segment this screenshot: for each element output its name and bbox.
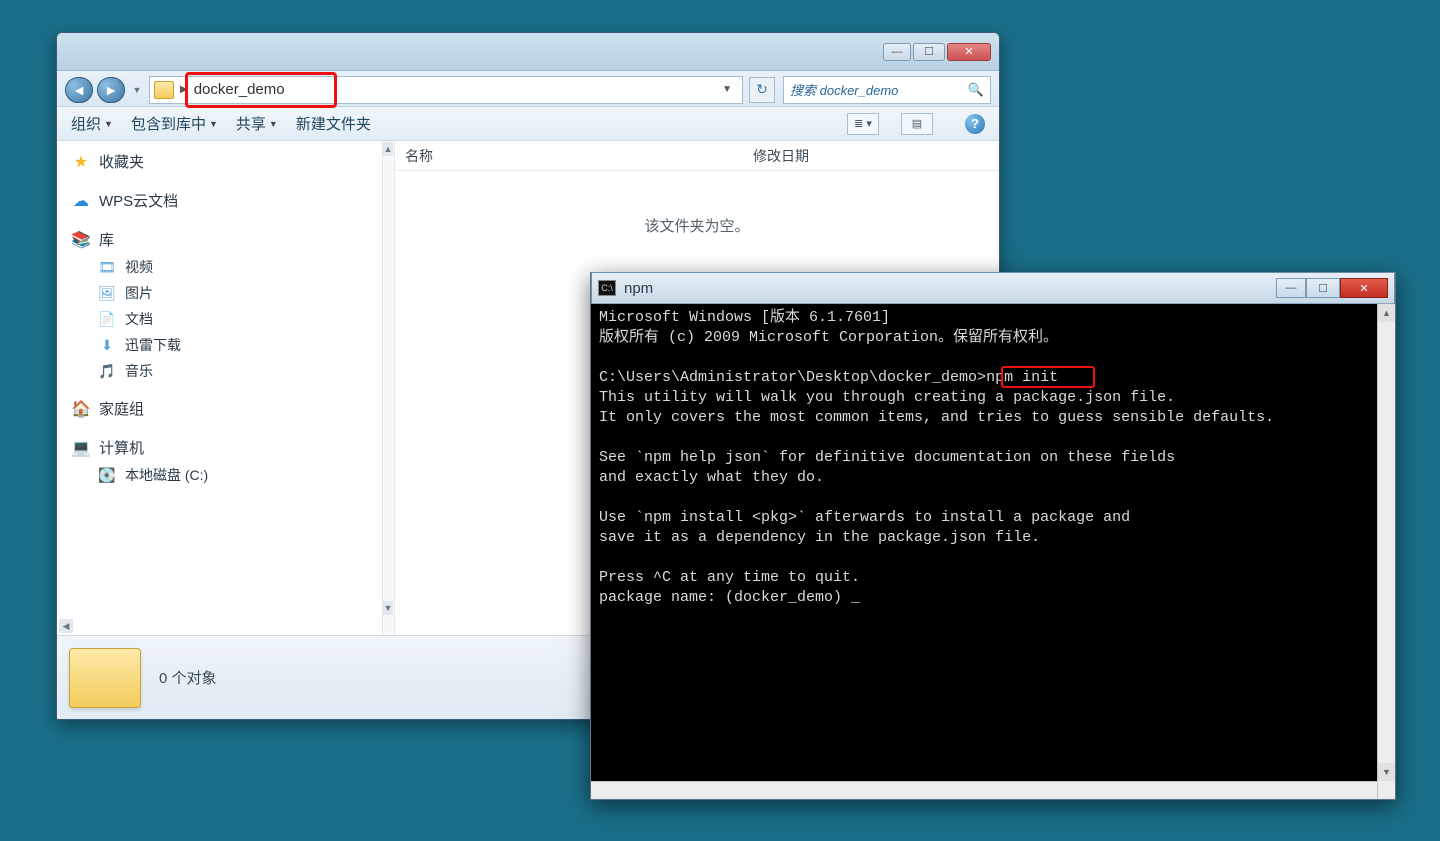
address-dropdown-icon[interactable]: ▼ bbox=[716, 84, 738, 95]
scroll-up-icon[interactable]: ▲ bbox=[383, 142, 393, 156]
sidebar-item-pictures[interactable]: 🖼图片 bbox=[63, 280, 394, 306]
sidebar-item-video[interactable]: 🎞视频 bbox=[63, 254, 394, 280]
cmd-output[interactable]: Microsoft Windows [版本 6.1.7601] 版权所有 (c)… bbox=[591, 304, 1395, 799]
history-dropdown[interactable]: ▼ bbox=[129, 82, 145, 98]
include-menu[interactable]: 包含到库中▼ bbox=[131, 113, 218, 134]
cmd-titlebar[interactable]: C:\ npm — ☐ ✕ bbox=[591, 272, 1395, 304]
folder-thumbnail-icon bbox=[69, 648, 141, 708]
cmd-window-controls: — ☐ ✕ bbox=[1276, 278, 1388, 298]
scroll-down-icon[interactable]: ▼ bbox=[1378, 763, 1395, 781]
cmd-vscrollbar[interactable]: ▲ ▼ bbox=[1377, 304, 1395, 799]
search-icon[interactable]: 🔍 bbox=[968, 82, 984, 98]
sidebar: ★收藏夹 ☁WPS云文档 📚库 🎞视频 🖼图片 📄文档 ⬇迅雷下载 🎵音乐 🏠家… bbox=[57, 141, 395, 635]
minimize-button[interactable]: — bbox=[883, 43, 911, 61]
refresh-button[interactable]: ↻ bbox=[749, 77, 775, 103]
breadcrumb-sep: ▶ bbox=[180, 84, 188, 95]
new-folder-button[interactable]: 新建文件夹 bbox=[296, 113, 371, 134]
breadcrumb[interactable]: docker_demo bbox=[194, 81, 285, 98]
scroll-down-icon[interactable]: ▼ bbox=[383, 601, 393, 615]
sidebar-favorites[interactable]: ★收藏夹 bbox=[63, 147, 394, 176]
maximize-button[interactable]: ☐ bbox=[913, 43, 945, 61]
sidebar-item-localdisk[interactable]: 💽本地磁盘 (C:) bbox=[63, 462, 394, 488]
column-headers: 名称 修改日期 bbox=[395, 141, 999, 171]
sidebar-wps[interactable]: ☁WPS云文档 bbox=[63, 186, 394, 215]
sidebar-item-music[interactable]: 🎵音乐 bbox=[63, 358, 394, 384]
share-menu[interactable]: 共享▼ bbox=[236, 113, 278, 134]
search-input[interactable]: 搜索 docker_demo 🔍 bbox=[783, 76, 991, 104]
cmd-window: C:\ npm — ☐ ✕ Microsoft Windows [版本 6.1.… bbox=[590, 272, 1396, 800]
forward-button[interactable]: ► bbox=[97, 77, 125, 103]
sidebar-item-xunlei[interactable]: ⬇迅雷下载 bbox=[63, 332, 394, 358]
view-mode-button[interactable]: ≣ ▾ bbox=[847, 113, 879, 135]
explorer-titlebar: — ☐ ✕ bbox=[57, 33, 999, 71]
window-controls: — ☐ ✕ bbox=[883, 43, 991, 61]
organize-menu[interactable]: 组织▼ bbox=[71, 113, 113, 134]
sidebar-scrollbar[interactable]: ▲ ▼ bbox=[382, 141, 394, 635]
folder-icon bbox=[154, 81, 174, 99]
sidebar-computer[interactable]: 💻计算机 bbox=[63, 433, 394, 462]
status-text: 0 个对象 bbox=[159, 667, 217, 688]
cmd-title: npm bbox=[624, 280, 653, 297]
nav-row: ◄ ► ▼ ▶ docker_demo ▼ ↻ 搜索 docker_demo 🔍 bbox=[57, 71, 999, 107]
sidebar-item-documents[interactable]: 📄文档 bbox=[63, 306, 394, 332]
explorer-toolbar: 组织▼ 包含到库中▼ 共享▼ 新建文件夹 ≣ ▾ ▤ ? bbox=[57, 107, 999, 141]
address-bar[interactable]: ▶ docker_demo ▼ bbox=[149, 76, 743, 104]
column-name[interactable]: 名称 bbox=[405, 146, 433, 166]
column-modified[interactable]: 修改日期 bbox=[753, 146, 809, 166]
cmd-hscrollbar[interactable] bbox=[591, 781, 1377, 799]
scroll-up-icon[interactable]: ▲ bbox=[1378, 304, 1395, 322]
cmd-minimize-button[interactable]: — bbox=[1276, 278, 1306, 298]
back-button[interactable]: ◄ bbox=[65, 77, 93, 103]
cmd-close-button[interactable]: ✕ bbox=[1340, 278, 1388, 298]
help-button[interactable]: ? bbox=[965, 114, 985, 134]
close-button[interactable]: ✕ bbox=[947, 43, 991, 61]
cmd-maximize-button[interactable]: ☐ bbox=[1306, 278, 1340, 298]
search-placeholder: 搜索 docker_demo bbox=[790, 80, 898, 99]
cmd-icon: C:\ bbox=[598, 280, 616, 296]
preview-pane-button[interactable]: ▤ bbox=[901, 113, 933, 135]
sidebar-homegroup[interactable]: 🏠家庭组 bbox=[63, 394, 394, 423]
sidebar-library[interactable]: 📚库 bbox=[63, 225, 394, 254]
scroll-left-icon[interactable]: ◀ bbox=[59, 619, 73, 633]
